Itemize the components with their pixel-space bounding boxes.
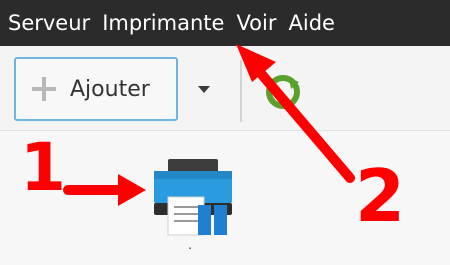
- printer-icon[interactable]: [150, 153, 236, 239]
- refresh-icon[interactable]: [263, 72, 303, 112]
- toolbar: Ajouter: [0, 46, 450, 131]
- printer-settings-window: Serveur Imprimante Voir Aide Ajouter . 1…: [0, 0, 450, 265]
- menu-imprimante[interactable]: Imprimante: [94, 0, 224, 46]
- menu-voir[interactable]: Voir: [228, 0, 276, 46]
- toolbar-separator: [240, 60, 242, 122]
- printer-label: .: [188, 238, 192, 252]
- menu-serveur[interactable]: Serveur: [0, 0, 90, 46]
- menu-aide[interactable]: Aide: [281, 0, 335, 46]
- menu-bar: Serveur Imprimante Voir Aide: [0, 0, 450, 46]
- add-button-label: Ajouter: [70, 76, 150, 102]
- annotation-step-two: 2: [355, 154, 406, 238]
- annotation-step-one: 1: [20, 129, 66, 206]
- chevron-down-icon[interactable]: [192, 79, 216, 99]
- plus-icon: [32, 77, 56, 101]
- add-printer-button[interactable]: Ajouter: [14, 57, 178, 121]
